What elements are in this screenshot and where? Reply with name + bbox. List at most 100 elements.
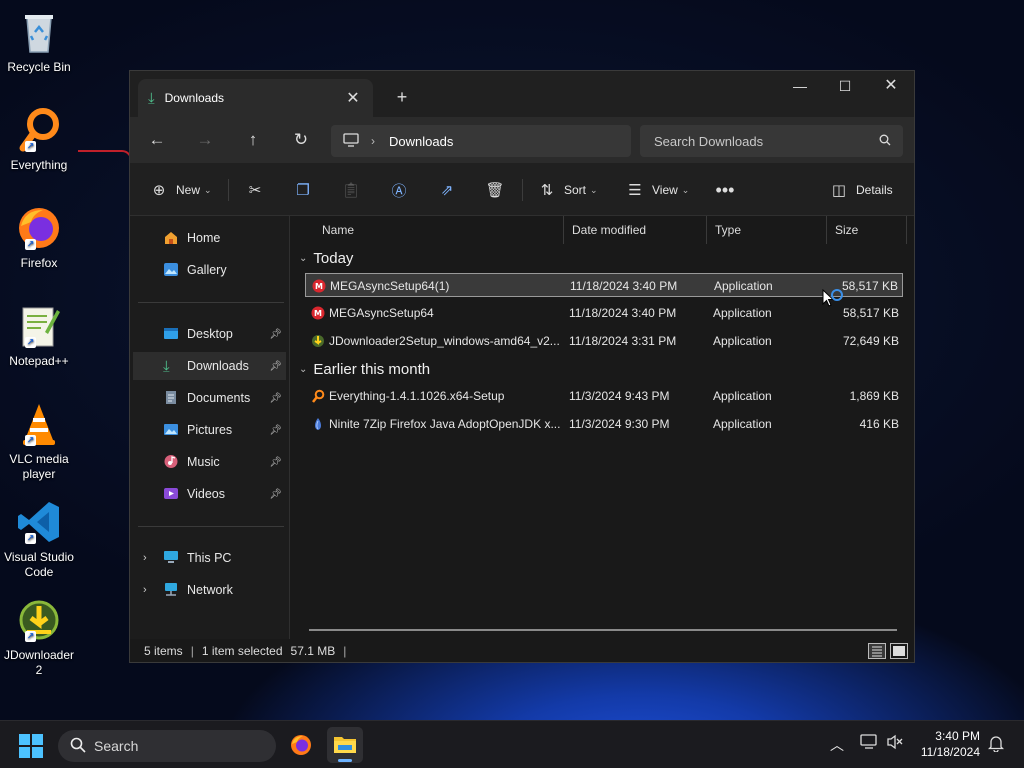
file-list-pane: Name Date modified Type Size ⌄ Today M M… — [291, 216, 914, 639]
share-button[interactable]: ⇗ — [436, 175, 458, 205]
clock-time: 3:40 PM — [935, 729, 980, 743]
view-button[interactable]: ☰ View ⌄ — [624, 175, 689, 205]
desktop-icon-firefox[interactable]: ↗ Firefox — [2, 204, 76, 271]
group-header-earlier-this-month[interactable]: ⌄ Earlier this month — [299, 361, 430, 378]
desktop-icon-label: Visual Studio Code — [4, 550, 74, 579]
pin-icon[interactable]: 📌︎ — [269, 329, 282, 340]
address-location[interactable]: Downloads — [389, 134, 453, 149]
more-options-button[interactable]: ••• — [714, 175, 736, 205]
volume-muted-icon[interactable] — [886, 734, 904, 753]
pin-icon[interactable]: 📌︎ — [269, 489, 282, 500]
sidebar-item-this-pc[interactable]: › This PC — [133, 544, 286, 572]
share-icon: ⇗ — [440, 182, 454, 199]
pictures-icon — [163, 422, 181, 438]
notification-bell-icon[interactable] — [987, 734, 1005, 755]
horizontal-scrollbar[interactable] — [309, 629, 897, 631]
maximize-button[interactable]: ☐ — [822, 71, 868, 103]
back-button[interactable]: ← — [142, 125, 172, 155]
sidebar-item-pictures[interactable]: Pictures 📌︎ — [133, 416, 286, 444]
chevron-right-icon: › — [371, 134, 375, 148]
pin-icon[interactable]: 📌︎ — [269, 361, 282, 372]
large-icons-view-button[interactable] — [890, 643, 908, 659]
address-bar[interactable]: › Downloads — [331, 125, 631, 157]
clipboard-icon: 📋︎ — [341, 182, 361, 199]
sidebar-item-desktop[interactable]: Desktop 📌︎ — [133, 320, 286, 348]
delete-button[interactable]: 🗑︎ — [484, 175, 506, 205]
search-box[interactable] — [640, 125, 903, 157]
windows-start-icon[interactable] — [18, 733, 44, 762]
chevron-right-icon[interactable]: › — [143, 552, 147, 564]
up-button[interactable]: ↑ — [238, 125, 268, 155]
sidebar-item-gallery[interactable]: Gallery — [133, 256, 286, 284]
firefox-icon: ↗ — [15, 204, 63, 252]
file-size: 1,869 KB — [849, 389, 899, 403]
tab-close-icon[interactable]: ✕ — [343, 88, 363, 108]
sort-button[interactable]: ⇅ Sort ⌄ — [536, 175, 598, 205]
gallery-icon — [163, 262, 181, 278]
pin-icon[interactable]: 📌︎ — [269, 457, 282, 468]
title-bar: ⤓ Downloads ✕ + — ☐ ✕ — [130, 71, 914, 117]
column-header-size[interactable]: Size — [827, 216, 907, 244]
monitor-tray-icon[interactable] — [860, 734, 878, 753]
minimize-button[interactable]: — — [777, 71, 823, 103]
divider — [522, 179, 523, 201]
refresh-button[interactable]: ↻ — [286, 125, 316, 155]
desktop-icon-recycle-bin[interactable]: Recycle Bin — [2, 8, 76, 75]
new-button[interactable]: ⊕ New ⌄ — [148, 175, 212, 205]
shortcut-arrow-icon: ↗ — [25, 239, 36, 250]
column-header-date[interactable]: Date modified — [564, 216, 707, 244]
desktop-icon-vlc[interactable]: ↗ VLC media player — [2, 400, 76, 482]
pin-icon[interactable]: 📌︎ — [269, 425, 282, 436]
sidebar-item-videos[interactable]: Videos 📌︎ — [133, 480, 286, 508]
desktop-icon-everything[interactable]: ↗ Everything — [2, 106, 76, 173]
chevron-right-icon[interactable]: › — [143, 584, 147, 596]
taskbar-firefox[interactable] — [283, 727, 319, 763]
details-view-button[interactable] — [868, 643, 886, 659]
desktop-icon-label: JDownloader 2 — [3, 648, 75, 677]
file-date: 11/18/2024 3:40 PM — [569, 306, 677, 320]
file-row[interactable]: Everything-1.4.1.1026.x64-Setup 11/3/202… — [305, 384, 903, 408]
view-label: View — [652, 183, 678, 197]
desktop-icon-vscode[interactable]: ↗ Visual Studio Code — [2, 498, 76, 580]
column-header-name[interactable]: Name — [314, 216, 564, 244]
taskbar-clock[interactable]: 3:40 PM 11/18/2024 — [921, 728, 980, 760]
copy-button[interactable]: ❐ — [292, 175, 314, 205]
file-row[interactable]: M MEGAsyncSetup64(1) 11/18/2024 3:40 PM … — [305, 273, 903, 297]
group-label: Today — [313, 250, 354, 267]
everything-file-icon — [311, 389, 325, 403]
file-name: Ninite 7Zip Firefox Java AdoptOpenJDK x.… — [329, 417, 561, 431]
search-input[interactable] — [654, 133, 879, 149]
mouse-cursor — [822, 288, 846, 314]
search-icon — [70, 737, 86, 756]
sidebar-divider — [138, 526, 284, 527]
navigation-pane: Home Gallery Desktop 📌︎ ⤓ Downloads 📌︎ D… — [130, 216, 290, 639]
taskbar-file-explorer[interactable] — [327, 727, 363, 763]
cut-button[interactable]: ✂ — [244, 175, 266, 205]
file-type: Application — [713, 389, 772, 403]
desktop-icon-notepadpp[interactable]: ↗ Notepad++ — [2, 302, 76, 369]
file-type: Application — [714, 279, 773, 293]
file-row[interactable]: M MEGAsyncSetup64 11/18/2024 3:40 PM App… — [305, 301, 903, 325]
new-tab-button[interactable]: + — [388, 83, 416, 111]
file-row[interactable]: Ninite 7Zip Firefox Java AdoptOpenJDK x.… — [305, 412, 903, 436]
paste-button[interactable]: 📋︎ — [340, 175, 362, 205]
sidebar-item-documents[interactable]: Documents 📌︎ — [133, 384, 286, 412]
sidebar-item-downloads[interactable]: ⤓ Downloads 📌︎ — [133, 352, 286, 380]
tab-downloads[interactable]: ⤓ Downloads ✕ — [138, 79, 373, 117]
taskbar-search[interactable] — [58, 730, 276, 762]
column-header-type[interactable]: Type — [707, 216, 827, 244]
taskbar-search-input[interactable] — [94, 738, 244, 754]
sidebar-item-music[interactable]: Music 📌︎ — [133, 448, 286, 476]
forward-button[interactable]: → — [190, 125, 220, 155]
rename-button[interactable]: Ⓐ — [388, 175, 410, 205]
details-pane-button[interactable]: ◫ Details — [828, 175, 893, 205]
desktop-icon-jdownloader[interactable]: ↗ JDownloader 2 — [2, 596, 76, 678]
file-row[interactable]: JDownloader2Setup_windows-amd64_v2... 11… — [305, 329, 903, 353]
close-button[interactable]: ✕ — [868, 71, 914, 103]
pin-icon[interactable]: 📌︎ — [269, 393, 282, 404]
group-header-today[interactable]: ⌄ Today — [299, 250, 353, 267]
sidebar-item-network[interactable]: › Network — [133, 576, 286, 604]
show-hidden-icons-chevron-icon[interactable]: ︿ — [830, 735, 844, 755]
everything-icon: ↗ — [15, 106, 63, 154]
sidebar-item-home[interactable]: Home — [133, 224, 286, 252]
